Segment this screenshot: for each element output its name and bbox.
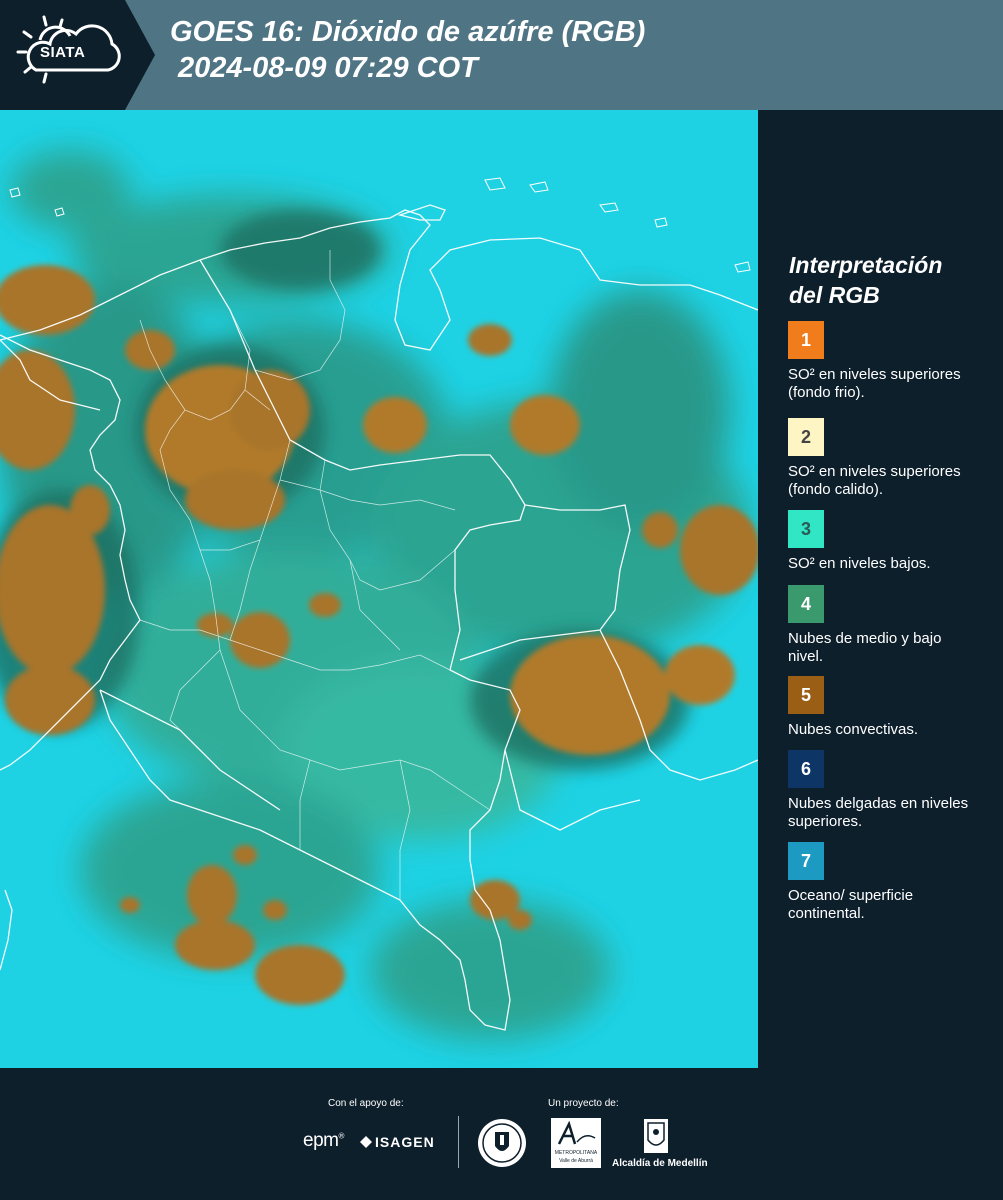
legend-panel: Interpretación del RGB 1 SO² en niveles … (758, 110, 1003, 1068)
epm-logo-text: epm (303, 1130, 339, 1151)
legend-title: Interpretación del RGB (789, 250, 989, 310)
header: SIATA GOES 16: Dióxido de azúfre (RGB) 2… (0, 0, 1003, 110)
area-metropolitana-logo[interactable]: METROPOLITANA Valle de Aburrá (551, 1118, 601, 1168)
legend-label-3: SO² en niveles bajos. (788, 555, 931, 572)
isagen-logo-text: ISAGEN (375, 1134, 435, 1150)
legend-number-6: 6 (800, 758, 811, 779)
legend-item-1: 1 SO² en niveles superiores (fondo frio)… (788, 321, 988, 402)
alcaldia-shield-icon[interactable] (643, 1118, 669, 1154)
alcaldia-label: Alcaldía de Medellín (612, 1158, 708, 1169)
area-logo-line-2: Valle de Aburrá (559, 1158, 593, 1164)
legend-swatch-5: 5 (788, 676, 824, 714)
legend-label-2: SO² en niveles superiores (fondo calido)… (788, 463, 961, 498)
legend-number-5: 5 (800, 684, 811, 705)
footer: Con el apoyo de: Un proyecto de: epm® IS… (0, 1068, 1003, 1200)
legend-item-4: 4 Nubes de medio y bajo nivel. (788, 585, 988, 666)
legend-swatch-4: 4 (788, 585, 824, 623)
legend-title-line-1: Interpretación (789, 252, 943, 278)
page-title: GOES 16: Dióxido de azúfre (RGB) 2024-08… (170, 14, 645, 86)
legend-swatch-2: 2 (788, 418, 824, 456)
medellin-seal-icon[interactable] (477, 1118, 527, 1168)
legend-label-5: Nubes convectivas. (788, 721, 919, 738)
legend-label-4: Nubes de medio y bajo nivel. (788, 630, 942, 665)
legend-swatch-7: 7 (788, 842, 824, 880)
title-line-1: GOES 16: Dióxido de azúfre (RGB) (170, 16, 646, 48)
project-label: Un proyecto de: (548, 1098, 619, 1109)
area-logo-line-1: METROPOLITANA (554, 1150, 598, 1156)
satellite-map[interactable] (0, 110, 758, 1068)
isagen-icon (360, 1136, 372, 1148)
footer-divider (458, 1116, 459, 1168)
legend-item-5: 5 Nubes convectivas. (788, 676, 988, 739)
legend-item-7: 7 Oceano/ superficie continental. (788, 842, 988, 923)
area-swoosh-icon (557, 1120, 596, 1145)
support-label: Con el apoyo de: (328, 1098, 404, 1109)
legend-swatch-6: 6 (788, 750, 824, 788)
legend-item-3: 3 SO² en niveles bajos. (788, 510, 988, 573)
legend-number-1: 1 (800, 329, 811, 350)
epm-logo[interactable]: epm® (303, 1130, 344, 1152)
siata-logo[interactable]: SIATA (0, 0, 155, 110)
legend-number-4: 4 (800, 593, 811, 614)
isagen-logo[interactable]: ISAGEN (360, 1134, 435, 1150)
legend-label-1: SO² en niveles superiores (fondo frio). (788, 366, 961, 401)
legend-title-line-2: del RGB (789, 282, 880, 308)
legend-label-7: Oceano/ superficie continental. (788, 887, 914, 922)
legend-swatch-3: 3 (788, 510, 824, 548)
legend-item-6: 6 Nubes delgadas en niveles superiores. (788, 750, 988, 831)
logo-text: SIATA (40, 44, 86, 61)
legend-number-2: 2 (800, 426, 811, 447)
legend-label-6: Nubes delgadas en niveles superiores. (788, 795, 969, 830)
title-line-2: 2024-08-09 07:29 COT (178, 52, 478, 84)
legend-swatch-1: 1 (788, 321, 824, 359)
legend-number-7: 7 (800, 850, 811, 871)
legend-item-2: 2 SO² en niveles superiores (fondo calid… (788, 418, 988, 499)
legend-number-3: 3 (800, 518, 811, 539)
